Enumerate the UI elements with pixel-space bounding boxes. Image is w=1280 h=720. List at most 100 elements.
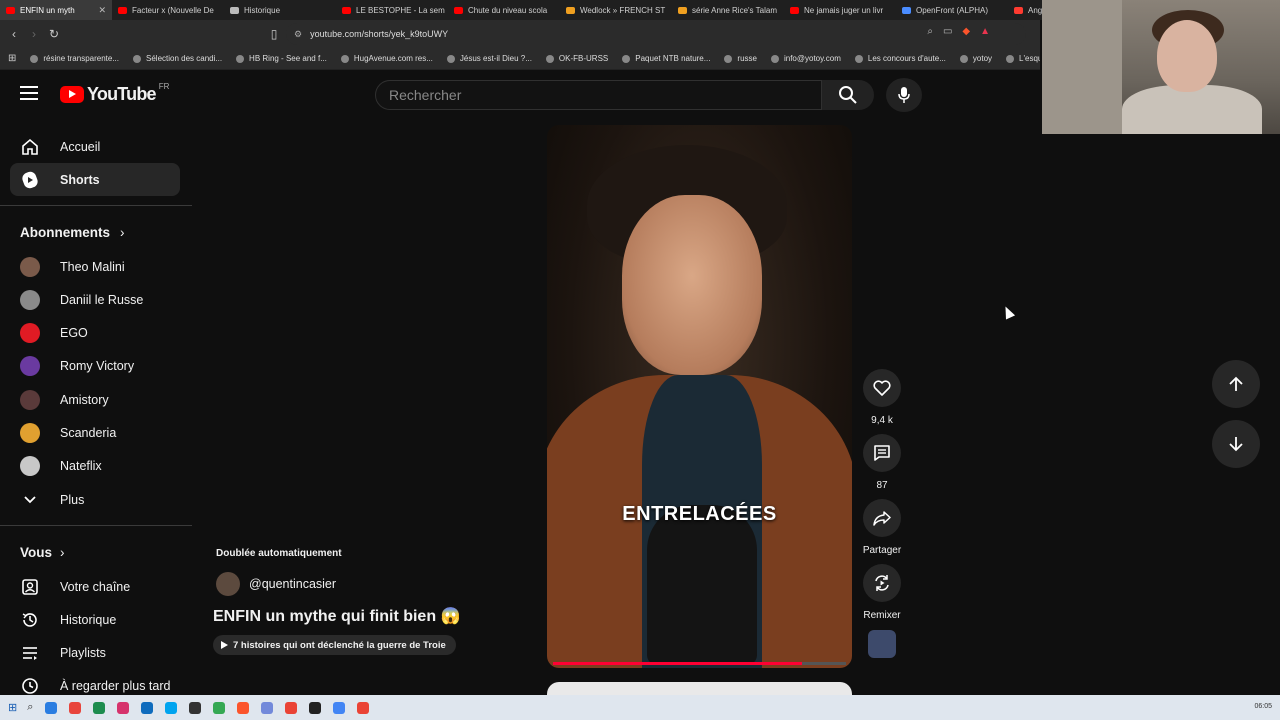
sidebar-item-playlists[interactable]: Playlists bbox=[10, 636, 180, 669]
taskbar-app-icon[interactable] bbox=[141, 701, 154, 714]
related-video-chip[interactable]: 7 histoires qui ont déclenché la guerre … bbox=[213, 635, 456, 655]
browser-tab[interactable]: Wedlock » FRENCH ST bbox=[560, 0, 672, 20]
browser-tab[interactable]: Chute du niveau scola bbox=[448, 0, 560, 20]
shorts-icon bbox=[20, 170, 40, 190]
sidebar: Accueil Shorts Abonnements › Theo Malini… bbox=[0, 128, 192, 695]
browser-tab[interactable]: Historique bbox=[224, 0, 336, 20]
taskbar-app-icon[interactable] bbox=[189, 701, 202, 714]
url-field[interactable]: ⚙ youtube.com/shorts/yek_k9toUWY bbox=[286, 23, 1026, 45]
zoom-icon[interactable]: ⌕ bbox=[927, 26, 933, 37]
apps-grid-icon[interactable]: ⊞ bbox=[8, 53, 16, 64]
taskbar-app-icon[interactable] bbox=[213, 701, 226, 714]
browser-tab[interactable]: OpenFront (ALPHA) bbox=[896, 0, 1008, 20]
menu-icon[interactable] bbox=[20, 86, 38, 100]
sidebar-item-label: Playlists bbox=[60, 645, 106, 660]
bookmark-label: info@yotoy.com bbox=[783, 54, 841, 63]
dubbed-label: Doublée automatiquement bbox=[216, 548, 342, 559]
sidebar-subscription-item[interactable]: Amistory bbox=[10, 383, 180, 416]
bookmark-item[interactable]: info@yotoy.com bbox=[770, 54, 841, 63]
sidebar-item-shorts[interactable]: Shorts bbox=[10, 163, 180, 196]
bookmark-item[interactable]: résine transparente... bbox=[30, 54, 119, 63]
channel-thumbnail-button[interactable] bbox=[868, 630, 896, 658]
sidebar-item-more[interactable]: Plus bbox=[10, 483, 180, 516]
sidebar-subscription-item[interactable]: EGO bbox=[10, 317, 180, 350]
cast-icon[interactable]: ▭ bbox=[943, 26, 952, 37]
browser-tab[interactable]: ENFIN un myth ✕ bbox=[0, 0, 112, 20]
voice-search-button[interactable] bbox=[886, 78, 922, 112]
sidebar-divider bbox=[0, 205, 192, 206]
back-icon[interactable]: ‹ bbox=[4, 27, 24, 41]
previous-short-button[interactable] bbox=[1212, 360, 1260, 408]
bookmark-favicon-icon bbox=[340, 54, 349, 63]
browser-tab[interactable]: Ne jamais juger un livr bbox=[784, 0, 896, 20]
bookmark-page-icon[interactable]: ▯ bbox=[264, 27, 284, 41]
forward-icon[interactable]: › bbox=[24, 27, 44, 41]
search-taskbar-icon[interactable]: ⌕ bbox=[27, 701, 33, 714]
bookmark-item[interactable]: HugAvenue.com res... bbox=[340, 54, 433, 63]
bookmark-item[interactable]: OK-FB-URSS bbox=[545, 54, 608, 63]
close-tab-icon[interactable]: ✕ bbox=[98, 5, 106, 16]
taskbar-app-icon[interactable] bbox=[45, 701, 58, 714]
taskbar-app-icon[interactable] bbox=[93, 701, 106, 714]
sidebar-subscription-item[interactable]: Scanderia bbox=[10, 417, 180, 450]
sidebar-item-your-channel[interactable]: Votre chaîne bbox=[10, 570, 180, 603]
sidebar-item-home[interactable]: Accueil bbox=[10, 130, 180, 163]
bookmark-item[interactable]: Les concours d'aute... bbox=[854, 54, 946, 63]
remix-button[interactable] bbox=[863, 564, 901, 602]
bookmark-label: Sélection des candi... bbox=[146, 54, 223, 63]
subscriptions-heading[interactable]: Abonnements › bbox=[20, 225, 125, 240]
tab-favicon-icon bbox=[678, 6, 687, 14]
country-code: FR bbox=[158, 82, 170, 91]
channel-link[interactable]: @quentincasier bbox=[216, 572, 336, 596]
short-video-player[interactable]: ENTRELACÉES bbox=[547, 125, 852, 668]
next-short-button[interactable] bbox=[1212, 420, 1260, 468]
site-info-icon[interactable]: ⚙ bbox=[294, 29, 302, 40]
taskbar-app-icon[interactable] bbox=[69, 701, 82, 714]
sidebar-subscription-item[interactable]: Daniil le Russe bbox=[10, 283, 180, 316]
bookmark-item[interactable]: yotoy bbox=[959, 54, 992, 63]
taskbar-clock: 06:05 bbox=[1254, 703, 1272, 710]
mouse-cursor bbox=[1000, 304, 1016, 320]
like-button[interactable] bbox=[863, 369, 901, 407]
bookmark-item[interactable]: HB Ring - See and f... bbox=[236, 54, 327, 63]
brave-rewards-icon[interactable]: ▲ bbox=[980, 26, 990, 37]
start-icon[interactable]: ⊞ bbox=[8, 701, 17, 714]
browser-tab[interactable]: Facteur x (Nouvelle De bbox=[112, 0, 224, 20]
search-input[interactable]: Rechercher bbox=[375, 80, 822, 110]
sidebar-item-history[interactable]: Historique bbox=[10, 603, 180, 636]
search-button[interactable] bbox=[822, 80, 874, 110]
bookmark-item[interactable]: L'esqu bbox=[1006, 54, 1040, 63]
bookmark-favicon-icon bbox=[622, 54, 631, 63]
bookmark-item[interactable]: Sélection des candi... bbox=[133, 54, 222, 63]
taskbar-app-icon[interactable] bbox=[357, 701, 370, 714]
sidebar-subscription-item[interactable]: Romy Victory bbox=[10, 350, 180, 383]
taskbar-app-icon[interactable] bbox=[333, 701, 346, 714]
you-heading[interactable]: Vous › bbox=[20, 545, 65, 560]
browser-tab[interactable]: LE BESTOPHE - La sem bbox=[336, 0, 448, 20]
tab-label: Wedlock » FRENCH ST bbox=[580, 5, 666, 15]
avatar bbox=[20, 389, 40, 410]
taskbar-app-icon[interactable] bbox=[165, 701, 178, 714]
bookmark-item[interactable]: Jésus est-il Dieu ?... bbox=[446, 54, 532, 63]
reload-icon[interactable]: ↻ bbox=[44, 27, 64, 41]
taskbar-app-icon[interactable] bbox=[237, 701, 250, 714]
comment-button[interactable] bbox=[863, 434, 901, 472]
sidebar-item-label: Scanderia bbox=[60, 426, 117, 440]
taskbar-app-icon[interactable] bbox=[117, 701, 130, 714]
youtube-logo[interactable]: YouTube FR bbox=[60, 82, 170, 105]
next-short-preview[interactable] bbox=[547, 682, 852, 696]
bookmark-item[interactable]: Paquet NTB nature... bbox=[622, 54, 710, 63]
sidebar-subscription-item[interactable]: Nateflix bbox=[10, 450, 180, 483]
avatar bbox=[20, 256, 40, 277]
taskbar-app-icon[interactable] bbox=[285, 701, 298, 714]
taskbar-app-icon[interactable] bbox=[261, 701, 274, 714]
sidebar-subscription-item[interactable]: Theo Malini bbox=[10, 250, 180, 283]
you-title: Vous bbox=[20, 545, 53, 560]
share-button[interactable] bbox=[863, 499, 901, 537]
browser-tab[interactable]: série Anne Rice's Talam bbox=[672, 0, 784, 20]
bookmark-item[interactable]: russe bbox=[724, 54, 757, 63]
video-progress-bar[interactable] bbox=[553, 662, 846, 665]
sidebar-item-label: À regarder plus tard bbox=[60, 678, 171, 693]
brave-shield-icon[interactable]: ◆ bbox=[962, 26, 970, 37]
taskbar-app-icon[interactable] bbox=[309, 701, 322, 714]
